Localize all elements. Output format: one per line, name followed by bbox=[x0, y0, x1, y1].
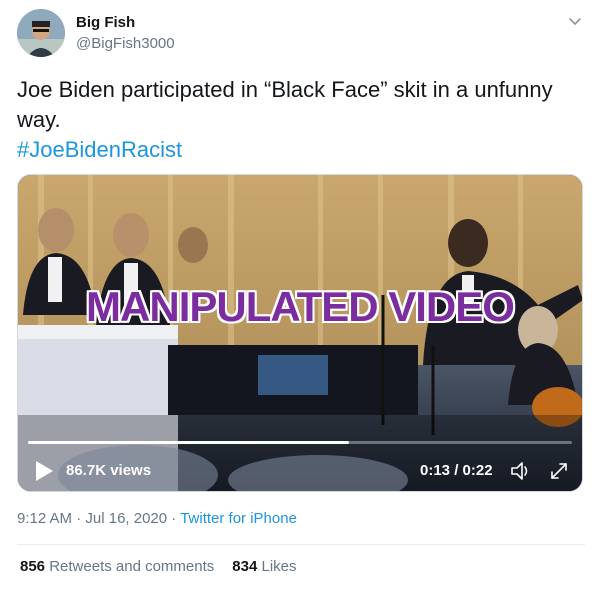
retweets-count: 856 bbox=[20, 558, 46, 575]
retweets-label: Retweets and comments bbox=[49, 558, 215, 575]
tweet-card: Big Fish @BigFish3000 Joe Biden particip… bbox=[0, 0, 597, 595]
hashtag-link[interactable]: #JoeBidenRacist bbox=[17, 137, 182, 162]
author-name[interactable]: Big Fish bbox=[76, 14, 135, 31]
tweet-meta: 9:12 AM · Jul 16, 2020 · Twitter for iPh… bbox=[17, 510, 297, 527]
video-time: 0:13 / 0:22 bbox=[420, 462, 493, 479]
divider bbox=[17, 544, 585, 545]
tweet-body: Joe Biden participated in “Black Face” s… bbox=[17, 77, 553, 132]
volume-icon[interactable] bbox=[509, 460, 533, 482]
tweet-stats: 856 Retweets and comments 834 Likes bbox=[20, 558, 297, 575]
likes-label: Likes bbox=[261, 558, 297, 575]
likes-count: 834 bbox=[232, 558, 258, 575]
retweets-link[interactable]: 856 Retweets and comments bbox=[20, 558, 214, 575]
tweet-source-link[interactable]: Twitter for iPhone bbox=[180, 510, 297, 527]
likes-link[interactable]: 834 Likes bbox=[232, 558, 296, 575]
author-handle[interactable]: @BigFish3000 bbox=[76, 35, 175, 52]
tweet-time[interactable]: 9:12 AM bbox=[17, 510, 72, 527]
tweet-date[interactable]: Jul 16, 2020 bbox=[85, 510, 167, 527]
video-frame bbox=[18, 175, 582, 491]
manipulated-video-label: MANIPULATED VIDEO bbox=[86, 283, 515, 330]
play-icon[interactable] bbox=[34, 460, 54, 482]
video-player[interactable]: MANIPULATED VIDEO 86.7K views 0:13 / 0:2… bbox=[17, 174, 583, 492]
meta-separator: · bbox=[171, 510, 177, 527]
chevron-down-icon[interactable] bbox=[565, 13, 585, 31]
tweet-text: Joe Biden participated in “Black Face” s… bbox=[17, 75, 577, 165]
expand-icon[interactable] bbox=[548, 460, 570, 482]
video-progress-bar[interactable] bbox=[28, 441, 572, 444]
meta-separator: · bbox=[76, 510, 82, 527]
view-count: 86.7K views bbox=[66, 462, 152, 479]
avatar[interactable] bbox=[17, 9, 65, 57]
video-progress-fill bbox=[28, 441, 349, 444]
